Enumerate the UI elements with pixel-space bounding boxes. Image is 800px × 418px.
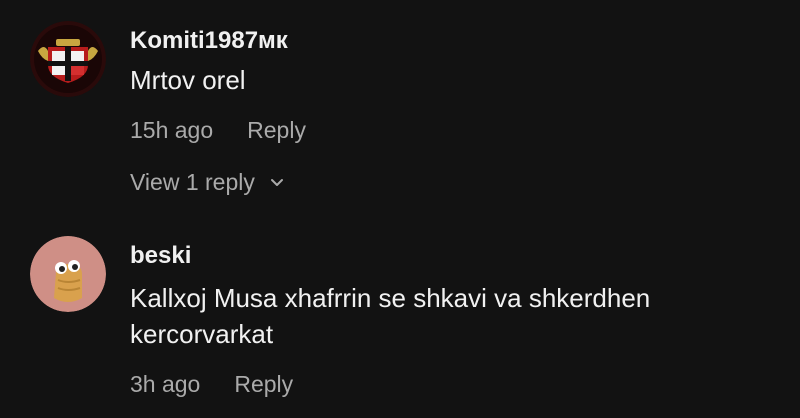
club-crest-icon	[30, 21, 106, 97]
comments-panel: Komiti1987мк Mrtov orel 15h ago Reply Vie…	[0, 0, 800, 418]
comment-text: Mrtov orel	[130, 65, 246, 95]
avatar[interactable]	[30, 236, 106, 312]
comment-text: Kallxoj Musa xhafrrin se shkavi va shker…	[130, 283, 651, 349]
view-replies-button[interactable]: View 1 reply	[130, 168, 285, 196]
chevron-down-icon	[270, 179, 283, 186]
comment-meta: 15h ago Reply	[130, 116, 306, 144]
reply-button[interactable]: Reply	[247, 117, 306, 143]
reply-button[interactable]: Reply	[234, 371, 293, 397]
avatar[interactable]	[30, 21, 106, 97]
comment-meta: 3h ago Reply	[130, 370, 293, 398]
comment-timestamp: 3h ago	[130, 371, 201, 397]
comment-timestamp: 15h ago	[130, 117, 214, 143]
view-replies-label: View 1 reply	[130, 169, 255, 195]
cartoon-character-icon	[30, 236, 106, 312]
comment-username[interactable]: beski	[130, 242, 191, 270]
comment-username[interactable]: Komiti1987мк	[130, 27, 288, 55]
